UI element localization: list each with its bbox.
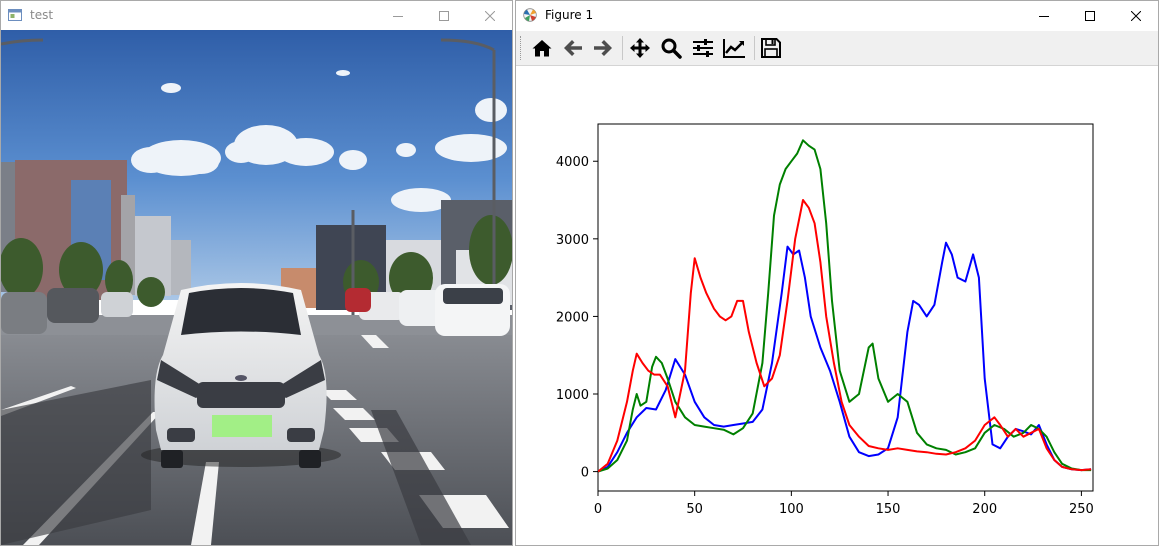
opencv-window[interactable]: test [0,0,513,546]
back-arrow-icon [564,40,582,56]
x-tick-label: 100 [779,502,804,517]
y-tick-label: 2000 [556,310,589,325]
maximize-button[interactable] [421,1,467,30]
figure-canvas[interactable]: 0 50 100 150 200 250 0 1000 2000 3000 4000 [516,66,1158,545]
forward-button[interactable] [589,35,617,61]
close-button[interactable] [467,1,513,30]
main-car [141,283,341,468]
toolbar-separator [754,36,755,60]
zoom-button[interactable] [657,35,685,61]
figure-window[interactable]: Figure 1 0 50 100 150 200 250 0 1000 200… [515,0,1159,546]
x-tick-label: 50 [686,502,703,517]
close-icon [485,10,495,21]
x-tick-label: 200 [972,502,997,517]
close-icon [1131,10,1141,21]
axes-frame [597,123,1094,492]
window-title: test [30,8,54,22]
y-tick-label: 4000 [556,155,589,170]
home-icon [532,40,552,57]
save-icon [761,38,781,58]
edit-axis-button[interactable] [720,35,748,61]
toolbar-grip[interactable] [520,36,524,60]
y-tick-label: 0 [581,466,589,481]
y-axis-ticks: 0 1000 2000 3000 4000 [556,155,598,481]
x-tick-label: 0 [594,502,602,517]
save-button[interactable] [757,35,785,61]
opencv-window-icon [8,9,22,21]
y-tick-label: 1000 [556,388,589,403]
toolbar-separator [622,36,623,60]
pan-button[interactable] [626,35,654,61]
configure-subplots-button[interactable] [689,35,717,61]
road-car-photo [1,30,512,545]
maximize-icon [1085,10,1095,21]
minimize-icon [393,15,403,17]
photo-canvas [1,30,512,545]
x-axis-ticks: 0 50 100 150 200 250 [594,491,1094,517]
subplots-icon [693,39,713,57]
close-button[interactable] [1113,1,1159,30]
zoom-icon [661,38,682,59]
minimize-icon [1039,15,1049,17]
edit-axis-icon [723,39,745,58]
x-tick-label: 150 [876,502,901,517]
window-title: Figure 1 [545,8,594,22]
maximize-button[interactable] [1067,1,1113,30]
minimize-button[interactable] [375,1,421,30]
matplotlib-icon [523,8,537,22]
forward-arrow-icon [594,40,612,56]
maximize-icon [439,10,449,21]
navigation-toolbar [516,31,1158,66]
pan-icon [630,38,650,58]
minimize-button[interactable] [1021,1,1067,30]
home-button[interactable] [528,35,556,61]
histogram-chart: 0 50 100 150 200 250 0 1000 2000 3000 4000 [556,123,1094,517]
y-tick-label: 3000 [556,233,589,248]
x-tick-label: 250 [1069,502,1094,517]
back-button[interactable] [559,35,587,61]
titlebar[interactable]: test [1,1,512,30]
titlebar[interactable]: Figure 1 [516,1,1158,30]
